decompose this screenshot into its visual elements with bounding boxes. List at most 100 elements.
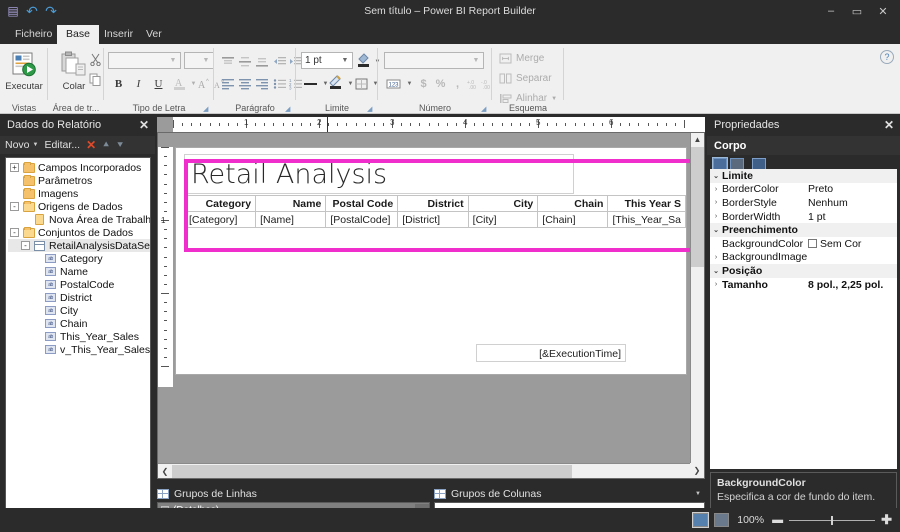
preview-view-icon[interactable] xyxy=(714,513,729,527)
report-data-tree[interactable]: +Campos IncorporadosParâmetrosImagens-Or… xyxy=(5,157,151,509)
tree-node-category[interactable]: abCategory xyxy=(8,252,150,265)
properties-grid[interactable]: ⌄Limite›BorderColorPreto›BorderStyleNenh… xyxy=(710,169,897,469)
font-dialog-launcher[interactable]: ◢ xyxy=(203,105,210,112)
category-collapse-icon[interactable]: ⌄ xyxy=(710,172,722,180)
tree-node-conjuntos-de-dados[interactable]: -Conjuntos de Dados xyxy=(8,226,150,239)
tree-node-campos-incorporados[interactable]: +Campos Incorporados xyxy=(8,161,150,174)
tablix-header-cell[interactable]: Chain xyxy=(538,196,608,212)
report-page[interactable]: Retail Analysis CategoryNamePostal CodeD… xyxy=(175,147,687,375)
property-value[interactable]: 1 pt xyxy=(808,211,897,223)
chevron-down-icon[interactable]: ▼ xyxy=(695,491,705,497)
border-width-combo[interactable]: 1 pt ▼ xyxy=(301,52,353,69)
property-value[interactable]: Preto xyxy=(808,183,897,195)
property-row[interactable]: ›BorderStyleNenhum xyxy=(710,196,897,210)
help-icon[interactable]: ? xyxy=(880,50,894,64)
chevron-down-icon[interactable]: ▼ xyxy=(551,96,557,102)
close-icon[interactable]: ✕ xyxy=(139,118,149,132)
scroll-right-icon[interactable]: ❯ xyxy=(690,463,704,478)
tablix-detail-cell[interactable]: [PostalCode] xyxy=(326,212,398,228)
underline-button[interactable]: U xyxy=(149,74,168,93)
tablix-header-cell[interactable]: Category xyxy=(185,196,256,212)
tablix-header-cell[interactable]: This Year S xyxy=(608,196,686,212)
tablix-detail-cell[interactable]: [This_Year_Sa xyxy=(608,212,686,228)
property-value[interactable]: 8 pol., 2,25 pol. xyxy=(808,279,897,291)
report-title-textbox[interactable]: Retail Analysis xyxy=(184,154,574,194)
scroll-up-icon[interactable]: ▲ xyxy=(691,133,704,147)
tree-expander-icon[interactable]: + xyxy=(10,163,19,172)
split-button[interactable]: Separar xyxy=(498,70,552,87)
tab-ver[interactable]: Ver xyxy=(137,25,171,44)
tab-inserir[interactable]: Inserir xyxy=(95,25,142,44)
property-value[interactable]: Sem Cor xyxy=(808,238,897,250)
scroll-thumb[interactable] xyxy=(172,465,572,478)
tree-expander-icon[interactable]: - xyxy=(10,202,19,211)
run-button[interactable]: Executar xyxy=(0,48,50,92)
new-button[interactable]: Novo xyxy=(5,139,30,151)
property-row[interactable]: ›BackgroundImage xyxy=(710,251,897,265)
tree-node-imagens[interactable]: Imagens xyxy=(8,187,150,200)
font-size-combo[interactable]: ▼ xyxy=(184,52,214,69)
property-row[interactable]: ›BorderWidth1 pt xyxy=(710,210,897,224)
tablix-header-cell[interactable]: Name xyxy=(256,196,326,212)
tree-node-nova-rea-de-trabalho-de-a[interactable]: Nova Área de Trabalho de A xyxy=(8,213,150,226)
scroll-left-icon[interactable]: ❮ xyxy=(158,467,172,476)
property-row[interactable]: ›BorderColorPreto xyxy=(710,183,897,197)
tree-node-origens-de-dados[interactable]: -Origens de Dados xyxy=(8,200,150,213)
tree-node-retailanalysisdataset[interactable]: -RetailAnalysisDataSet xyxy=(8,239,150,252)
font-name-combo[interactable]: ▼ xyxy=(108,52,181,69)
number-dialog-launcher[interactable]: ◢ xyxy=(481,105,488,112)
category-collapse-icon[interactable]: ⌄ xyxy=(710,267,722,275)
tablix-detail-cell[interactable]: [Chain] xyxy=(538,212,608,228)
tree-node-par-metros[interactable]: Parâmetros xyxy=(8,174,150,187)
close-icon[interactable]: ✕ xyxy=(884,118,894,132)
canvas-vscrollbar[interactable]: ▲ xyxy=(690,133,704,464)
edit-button[interactable]: Editar... xyxy=(44,139,80,151)
bold-button[interactable]: B xyxy=(109,74,128,93)
property-expander-icon[interactable]: › xyxy=(710,281,722,288)
number-format-combo[interactable]: ▼ xyxy=(384,52,484,69)
footer-execution-time-textbox[interactable]: [&ExecutionTime] xyxy=(476,344,626,362)
property-row[interactable]: BackgroundColorSem Cor xyxy=(710,237,897,251)
tab-base[interactable]: Base xyxy=(57,25,99,44)
merge-button[interactable]: Merge xyxy=(498,50,544,67)
property-row[interactable]: ⌄Limite xyxy=(710,169,897,183)
delete-icon[interactable]: ✕ xyxy=(86,138,96,152)
property-expander-icon[interactable]: › xyxy=(710,254,722,261)
tree-node-name[interactable]: abName xyxy=(8,265,150,278)
maximize-button[interactable]: ▭ xyxy=(844,0,870,22)
scroll-thumb[interactable] xyxy=(691,147,704,267)
tree-node-postalcode[interactable]: abPostalCode xyxy=(8,278,150,291)
tree-node-city[interactable]: abCity xyxy=(8,304,150,317)
tablix-detail-cell[interactable]: [District] xyxy=(398,212,468,228)
align-right-icon[interactable] xyxy=(252,74,271,93)
zoom-slider-thumb[interactable] xyxy=(831,516,833,525)
design-canvas[interactable]: 1 Retail Analysis CategoryNamePostal Cod… xyxy=(157,132,705,479)
canvas-hscrollbar[interactable]: ❮ xyxy=(158,463,692,478)
category-collapse-icon[interactable]: ⌄ xyxy=(710,226,722,234)
tablix-detail-cell[interactable]: [Category] xyxy=(185,212,256,228)
zoom-in-button[interactable]: ✚ xyxy=(881,512,892,528)
align-bottom-icon[interactable] xyxy=(252,52,271,71)
property-row[interactable]: ›Tamanho8 pol., 2,25 pol. xyxy=(710,278,897,292)
close-button[interactable]: ✕ xyxy=(870,0,896,22)
property-expander-icon[interactable]: › xyxy=(710,186,722,193)
color-swatch[interactable] xyxy=(808,239,817,248)
paragraph-dialog-launcher[interactable]: ◢ xyxy=(285,105,292,112)
tree-node-chain[interactable]: abChain xyxy=(8,317,150,330)
tab-ficheiro[interactable]: Ficheiro xyxy=(6,25,61,44)
property-row[interactable]: ⌄Preenchimento xyxy=(710,223,897,237)
design-view-icon[interactable] xyxy=(693,513,708,527)
move-down-icon[interactable]: ⯆ xyxy=(116,140,124,151)
zoom-slider[interactable] xyxy=(789,520,875,521)
tablix-header-cell[interactable]: City xyxy=(468,196,538,212)
tree-expander-icon[interactable]: - xyxy=(21,241,30,250)
tablix-detail-cell[interactable]: [Name] xyxy=(256,212,326,228)
tablix-header-cell[interactable]: Postal Code xyxy=(326,196,398,212)
tree-expander-icon[interactable]: - xyxy=(10,228,19,237)
property-row[interactable]: ⌄Posição xyxy=(710,264,897,278)
property-value[interactable]: Nenhum xyxy=(808,197,897,209)
tree-node-v-this-year-sales-goal[interactable]: abv_This_Year_Sales_Goal xyxy=(8,343,150,356)
property-expander-icon[interactable]: › xyxy=(710,213,722,220)
tablix-header-cell[interactable]: District xyxy=(398,196,468,212)
tablix-detail-cell[interactable]: [City] xyxy=(468,212,538,228)
